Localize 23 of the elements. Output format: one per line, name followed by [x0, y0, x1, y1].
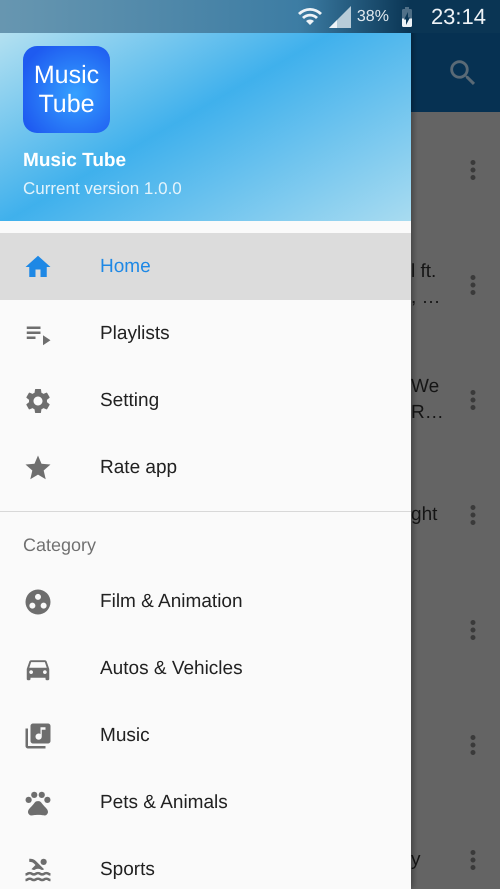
menu-item[interactable]: Rate app — [0, 434, 411, 501]
video-title-fragment: l ft. — [411, 260, 438, 284]
app-name: Music Tube — [23, 150, 128, 172]
film-reel-icon — [23, 586, 53, 616]
app-logo: Music Tube — [23, 46, 110, 133]
video-title-fragment: y — [411, 848, 420, 872]
menu-item[interactable]: Playlists — [0, 300, 411, 367]
music-library-icon — [23, 720, 53, 750]
battery-percent: 38% — [356, 8, 389, 26]
app-version: Current version 1.0.0 — [23, 179, 183, 199]
category-item[interactable]: Pets & Animals — [0, 769, 411, 836]
video-title-fragment: We — [411, 374, 440, 398]
category-item[interactable]: Sports — [0, 836, 411, 889]
category-item[interactable]: Autos & Vehicles — [0, 635, 411, 702]
video-title-fragment: R… — [411, 400, 444, 424]
video-title-fragment: , … — [411, 286, 441, 310]
signal-icon — [328, 6, 351, 28]
section-heading: Category — [22, 534, 98, 557]
category-item[interactable]: Music — [0, 702, 411, 769]
clock: 23:14 — [430, 4, 486, 30]
category-item[interactable]: Film & Animation — [0, 568, 411, 635]
video-title-fragment: ght — [411, 502, 438, 526]
menu-item[interactable]: Setting — [0, 367, 411, 434]
